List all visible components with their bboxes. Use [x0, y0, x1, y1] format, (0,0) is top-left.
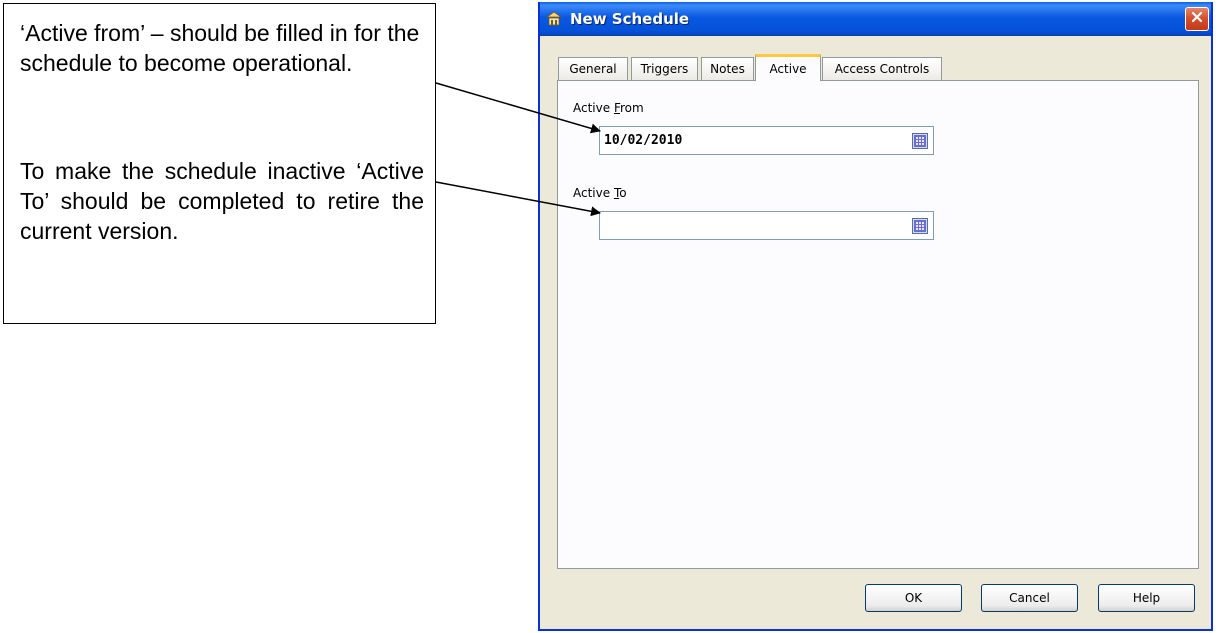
active-tab-panel: Active From 10/02/2010 Active To [557, 80, 1199, 569]
tab-access-controls[interactable]: Access Controls [822, 57, 942, 80]
close-icon [1190, 10, 1204, 29]
tab-triggers[interactable]: Triggers [631, 57, 698, 80]
calendar-icon[interactable] [912, 218, 928, 234]
callout-active-to-text: To make the schedule inactive ‘Active To… [20, 158, 424, 244]
ok-button[interactable]: OK [865, 584, 962, 612]
title-bar[interactable]: New Schedule [540, 2, 1211, 36]
window-title: New Schedule [570, 10, 690, 28]
calendar-icon[interactable] [912, 133, 928, 149]
active-from-field[interactable]: 10/02/2010 [599, 126, 934, 155]
annotation-callout: ‘Active from’ – should be filled in for … [3, 3, 436, 324]
tab-active[interactable]: Active [755, 54, 821, 81]
callout-active-from-text: ‘Active from’ – should be filled in for … [20, 20, 420, 76]
active-to-label: Active To [573, 186, 627, 200]
tab-general[interactable]: General [558, 57, 628, 80]
cancel-button[interactable]: Cancel [981, 584, 1078, 612]
close-button[interactable] [1185, 7, 1209, 31]
active-from-label: Active From [573, 101, 644, 115]
new-schedule-dialog: New Schedule General Triggers Notes Acti… [538, 2, 1213, 631]
active-from-value: 10/02/2010 [604, 133, 683, 148]
active-to-field[interactable] [599, 211, 934, 240]
tab-notes[interactable]: Notes [701, 57, 754, 80]
schedule-icon [545, 11, 563, 27]
help-button[interactable]: Help [1098, 584, 1195, 612]
